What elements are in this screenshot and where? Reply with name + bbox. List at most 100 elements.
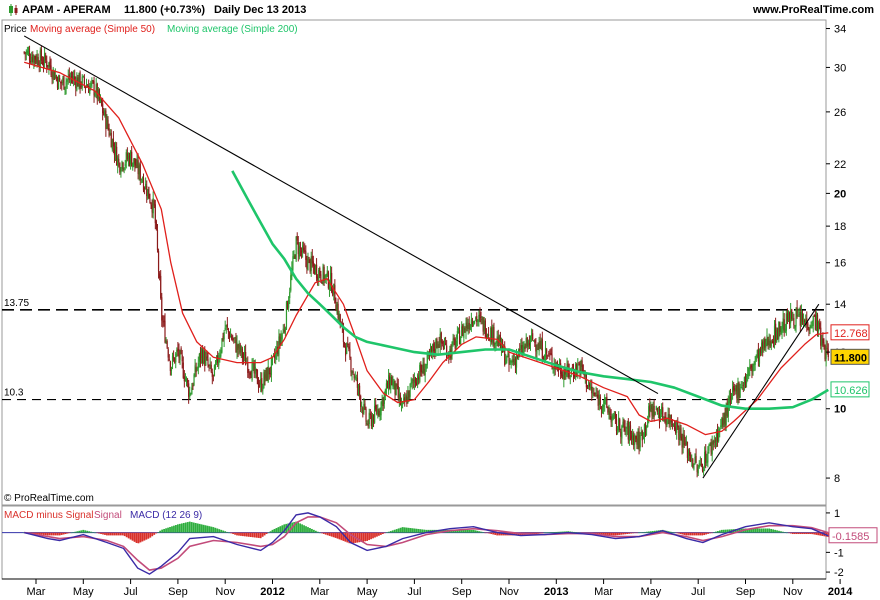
macd-hist-bar [681, 532, 684, 535]
candle-body [285, 301, 288, 329]
candle-body [440, 332, 442, 343]
candle-body [639, 434, 641, 448]
macd-hist-bar [117, 532, 120, 536]
candle-body [251, 363, 253, 381]
candle-body [680, 427, 682, 437]
macd-hist-bar [756, 528, 759, 533]
candle-body [677, 422, 679, 428]
candle-body [580, 361, 582, 372]
candle-body [306, 258, 308, 269]
candle-body [63, 76, 65, 90]
macd-hist-bar [259, 532, 262, 539]
macd-hist-bar [387, 531, 390, 533]
candle-body [111, 139, 113, 150]
candle-body [732, 387, 734, 393]
macd-hist-bar [62, 532, 65, 535]
candle-body [411, 379, 413, 384]
candle-body [227, 328, 230, 333]
x-tick-label: Sep [168, 586, 188, 598]
candle-body [326, 270, 328, 276]
candle-body [792, 318, 794, 320]
macd-hist-bar [801, 532, 804, 535]
macd-hist-bar [194, 522, 197, 533]
macd-hist-bar [318, 532, 321, 534]
macd-hist-bar [249, 532, 252, 538]
candle-body [743, 377, 746, 385]
macd-hist-bar [383, 532, 386, 534]
candle-body [53, 70, 55, 80]
candle-body [616, 428, 619, 430]
candle-body [108, 128, 110, 136]
x-tick-label: 2012 [260, 586, 284, 598]
candle-body [745, 376, 748, 384]
candle-body [240, 346, 242, 353]
macd-hist-bar [490, 532, 493, 535]
macd-hist-bar [147, 532, 150, 539]
macd-hist-bar [316, 531, 319, 533]
candle-body [414, 378, 417, 383]
candle-body [415, 382, 418, 386]
macd-hist-bar [762, 528, 765, 533]
candle-body [36, 55, 38, 63]
macd-hist-bar [791, 532, 794, 535]
candle-body [721, 418, 723, 427]
candle-body [563, 370, 565, 380]
candle-body [476, 316, 478, 323]
candle-body [24, 52, 26, 54]
candle-body [62, 77, 64, 83]
candle-body [237, 344, 239, 350]
macd-hist-bar [109, 532, 112, 536]
macd-hist-bar [163, 528, 166, 533]
candle-body [147, 189, 149, 199]
ma200-line [231, 170, 829, 410]
candle-body [655, 406, 657, 411]
y-tick-label: 8 [834, 473, 840, 485]
candle-body [600, 406, 603, 411]
macd-hist-bar [703, 532, 706, 536]
candle-body [658, 413, 661, 423]
macd-hist-bar [141, 532, 144, 542]
candle-body [296, 236, 298, 241]
candle-body [540, 340, 542, 350]
candle-body [184, 378, 187, 382]
candle-body [744, 377, 747, 383]
macd-hist-bar [685, 532, 688, 536]
candle-body [707, 451, 709, 463]
candle-body [795, 308, 797, 327]
candle-body [166, 341, 168, 348]
candle-body [61, 82, 63, 84]
candle-body [191, 387, 193, 395]
candle-body [505, 360, 507, 365]
candle-body [738, 382, 740, 397]
candle-body [483, 320, 485, 331]
candle-body [193, 374, 195, 386]
macd-hist-bar [535, 532, 538, 534]
candle-body [495, 340, 497, 344]
candle-body [786, 313, 789, 322]
candle-body [125, 152, 127, 163]
candle-body [231, 335, 233, 340]
candle-body [657, 412, 660, 414]
macd-hist-bar [119, 532, 122, 536]
candle-body [426, 353, 428, 366]
candle-body [535, 344, 537, 352]
candle-body [171, 355, 174, 366]
candle-body [569, 375, 571, 377]
macd-hist-bar [648, 531, 650, 533]
macd-hist-bar [265, 532, 268, 535]
candle-body [712, 441, 714, 445]
macd-hist-bar [127, 532, 130, 539]
candle-body [469, 324, 471, 330]
candle-body [35, 57, 37, 63]
macd-hist-bar [784, 532, 786, 533]
legend-macd-hist: MACD minus Signal [4, 510, 93, 521]
candle-body [647, 419, 649, 428]
y-tick-label: 10 [834, 404, 846, 416]
candle-body [641, 430, 643, 441]
candle-body [188, 383, 190, 397]
candle-body [767, 337, 769, 345]
candle-body [444, 343, 447, 345]
candle-body [651, 407, 653, 416]
macd-hist-bar [210, 526, 213, 533]
candle-body [734, 388, 736, 392]
